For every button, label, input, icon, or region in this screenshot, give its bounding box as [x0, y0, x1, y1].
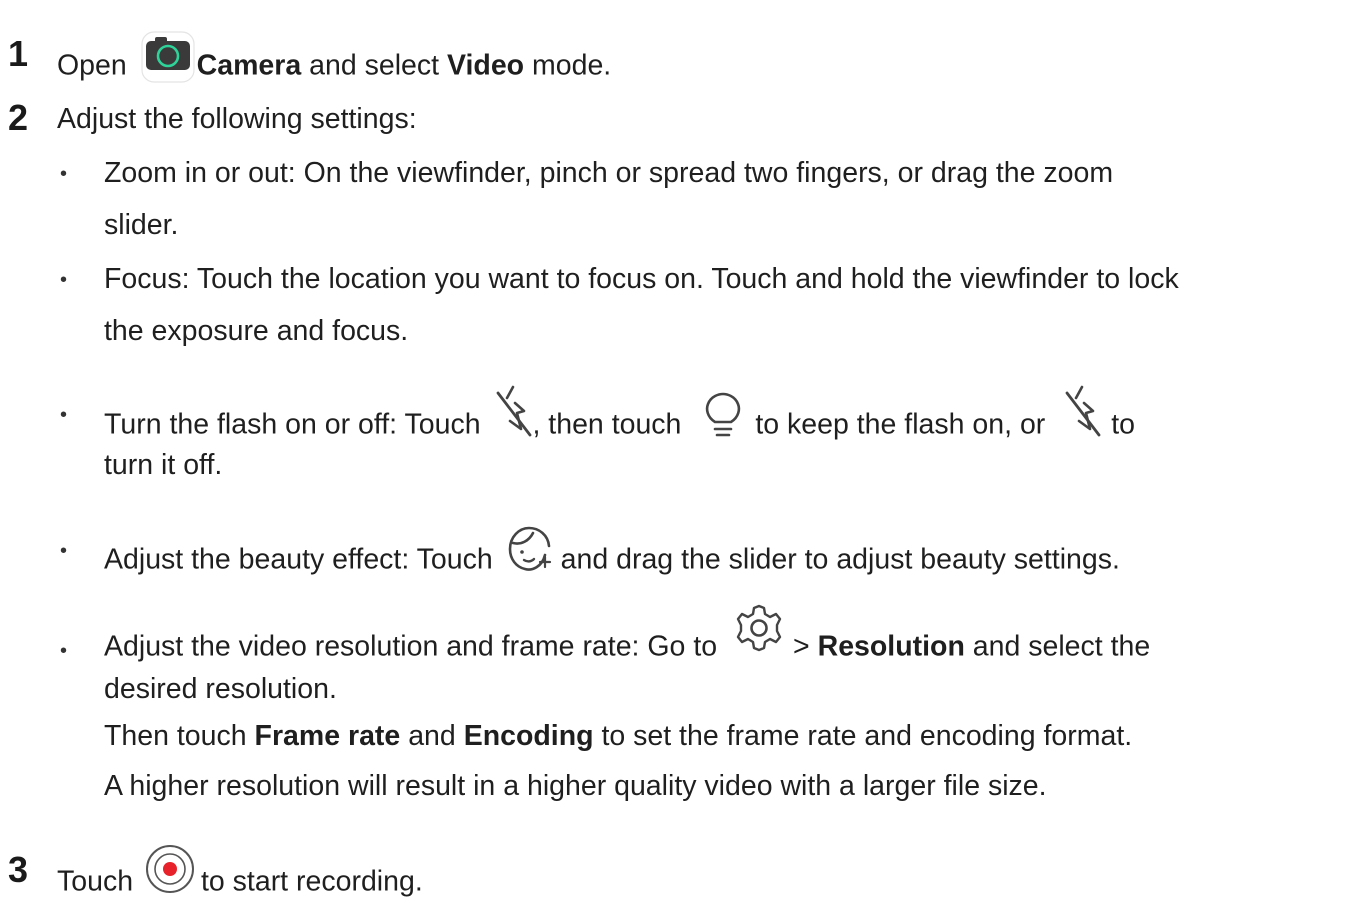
flash-text-3: to keep the flash on, or [755, 408, 1046, 441]
bullet-dot: • [60, 540, 68, 562]
bullet-beauty-line: Adjust the beauty effect: Touch and drag… [104, 526, 1120, 587]
resolution-and: and [408, 720, 456, 752]
resolution-line3-end: to set the frame rate and encoding forma… [601, 720, 1133, 752]
bullet-dot: • [60, 269, 68, 291]
bullet-focus-line1: Focus: Touch the location you want to fo… [104, 263, 1179, 295]
bullet-resolution-line1: Adjust the video resolution and frame ra… [104, 604, 1151, 674]
bullet-resolution-line2: desired resolution. [104, 673, 337, 705]
step-1-mode: mode. [532, 49, 612, 82]
bullet-flash-line2: turn it off. [104, 449, 223, 481]
frame-rate-bold: Frame rate [254, 720, 401, 752]
step-1-open: Open [57, 49, 127, 82]
bullet-dot: • [60, 640, 68, 662]
bullet-dot: • [60, 163, 68, 185]
step-3-text: Touch to start recording. [57, 845, 423, 908]
step-1-video: Video [447, 49, 525, 82]
bullet-zoom-line2: slider. [104, 209, 179, 241]
encoding-bold: Encoding [463, 720, 594, 752]
resolution-text-3: and select the [972, 630, 1151, 663]
bullet-focus-line2: the exposure and focus. [104, 315, 409, 347]
flash-off-icon [1065, 385, 1101, 439]
resolution-text-1: Adjust the video resolution and frame ra… [104, 630, 718, 663]
bullet-resolution-line3: Then touch Frame rate and Encoding to se… [104, 722, 1132, 751]
step-1-camera: Camera [196, 49, 302, 82]
resolution-bold: Resolution [817, 630, 965, 663]
camera-app-icon [141, 31, 195, 83]
flash-text-4: to [1111, 408, 1135, 441]
flash-off-icon [496, 385, 532, 439]
beauty-text-1: Adjust the beauty effect: Touch [104, 543, 493, 576]
step-number-3: 3 [8, 849, 29, 890]
flash-text-1: Turn the flash on or off: Touch [104, 408, 481, 441]
bulb-icon [703, 392, 743, 440]
step-3-to-start: to start recording. [200, 865, 423, 898]
beauty-text-2: and drag the slider to adjust beauty set… [560, 543, 1120, 576]
flash-text-2: , then touch [532, 408, 682, 441]
resolution-then-touch: Then touch [104, 720, 247, 752]
beauty-face-icon [507, 523, 553, 575]
bullet-dot: • [60, 404, 68, 426]
bullet-flash-line1: Turn the flash on or off: Touch , then t… [104, 385, 1135, 453]
gear-icon [733, 602, 785, 654]
resolution-gt: > [793, 630, 810, 663]
record-icon [145, 844, 195, 894]
bullet-resolution-line4: A higher resolution will result in a hig… [104, 770, 1047, 802]
step-3-touch: Touch [57, 865, 134, 898]
step-1-and-select: and select [309, 49, 440, 82]
step-number-1: 1 [8, 33, 29, 74]
step-number-2: 2 [8, 97, 29, 138]
step-2-text: Adjust the following settings: [57, 103, 417, 135]
bullet-zoom-line1: Zoom in or out: On the viewfinder, pinch… [104, 157, 1114, 189]
step-1-text: Open Camera and select Video mode. [57, 31, 612, 93]
